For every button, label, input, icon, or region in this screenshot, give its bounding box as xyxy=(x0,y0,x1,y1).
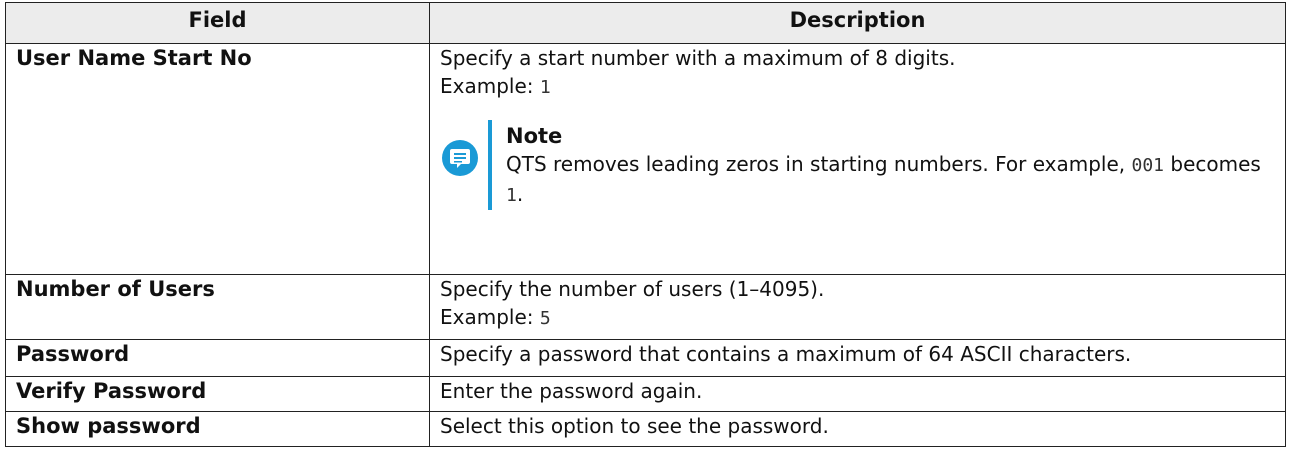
fields-table: Field Description User Name Start No Spe… xyxy=(5,2,1286,447)
note-text-mid: becomes xyxy=(1170,152,1261,176)
example-label: Example: xyxy=(440,74,534,98)
field-description: Specify the number of users (1–4095). Ex… xyxy=(429,274,1286,340)
note-accent-bar xyxy=(488,120,492,210)
field-name: Number of Users xyxy=(5,274,430,340)
description-text: Specify a start number with a maximum of… xyxy=(440,46,956,70)
note-text-before: QTS removes leading zeros in starting nu… xyxy=(506,152,1126,176)
note-speech-bubble-icon xyxy=(442,140,478,176)
example-value: 1 xyxy=(539,77,551,98)
note-text-end: . xyxy=(516,182,524,206)
note-text: QTS removes leading zeros in starting nu… xyxy=(506,150,1275,210)
field-description: Specify a start number with a maximum of… xyxy=(429,43,1286,275)
field-description: Enter the password again. xyxy=(429,376,1286,412)
example-label: Example: xyxy=(440,305,534,329)
table-row: Verify Password Enter the password again… xyxy=(5,376,1286,412)
note-title: Note xyxy=(506,124,563,148)
table-row: Password Specify a password that contain… xyxy=(5,339,1286,377)
field-description: Specify a password that contains a maxim… xyxy=(429,339,1286,377)
note-body: Note QTS removes leading zeros in starti… xyxy=(506,118,1275,210)
note-code-b: 1 xyxy=(506,185,517,206)
example-line: Example: 5 xyxy=(440,303,1275,333)
column-header-field: Field xyxy=(5,2,430,44)
note-callout: Note QTS removes leading zeros in starti… xyxy=(440,118,1275,210)
table-row: User Name Start No Specify a start numbe… xyxy=(5,43,1286,275)
field-name: User Name Start No xyxy=(5,43,430,275)
note-code-a: 001 xyxy=(1131,155,1165,176)
field-name: Password xyxy=(5,339,430,377)
example-line: Example: 1 xyxy=(440,72,1275,102)
description-text: Specify the number of users (1–4095). xyxy=(440,277,825,301)
column-header-description: Description xyxy=(429,2,1286,44)
field-name: Show password xyxy=(5,411,430,447)
table-row: Show password Select this option to see … xyxy=(5,411,1286,447)
table-header-row: Field Description xyxy=(5,2,1286,44)
field-description: Select this option to see the password. xyxy=(429,411,1286,447)
field-name: Verify Password xyxy=(5,376,430,412)
table-row: Number of Users Specify the number of us… xyxy=(5,274,1286,340)
example-value: 5 xyxy=(539,308,551,329)
